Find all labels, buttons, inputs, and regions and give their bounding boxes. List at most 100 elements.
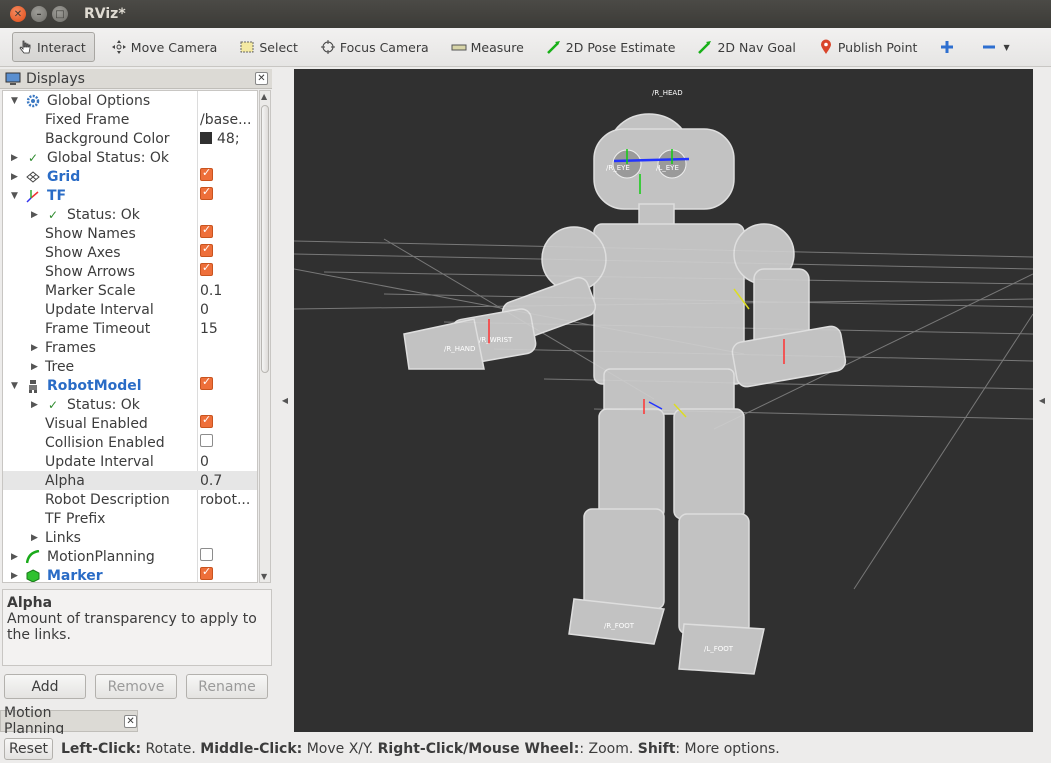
tree-row-show-arrows[interactable]: Show Arrows bbox=[3, 262, 257, 281]
displays-scrollbar[interactable]: ▲ ▼ bbox=[259, 90, 271, 583]
tree-row-marker[interactable]: ▶ Marker bbox=[3, 566, 257, 582]
expand-down-icon[interactable]: ▼ bbox=[11, 381, 18, 391]
tree-row-value bbox=[200, 567, 257, 582]
enable-checkbox[interactable] bbox=[200, 263, 213, 276]
status-right-click: Right-Click/Mouse Wheel: bbox=[377, 740, 580, 757]
3d-render-view[interactable]: /R_HEAD /R_EYE /L_EYE /R_HAND /R_WRIST /… bbox=[294, 69, 1033, 732]
expand-right-icon[interactable]: ▶ bbox=[11, 153, 18, 163]
measure-tool-button[interactable]: Measure bbox=[445, 32, 530, 62]
close-window-icon[interactable]: ✕ bbox=[10, 6, 26, 22]
tree-row-label: Alpha bbox=[45, 472, 85, 489]
close-tab-icon[interactable]: ✕ bbox=[124, 714, 137, 728]
2d-nav-goal-tool-button[interactable]: 2D Nav Goal bbox=[691, 32, 801, 62]
expand-right-icon[interactable]: ▶ bbox=[31, 343, 38, 353]
tree-row-links[interactable]: ▶ Links bbox=[3, 528, 257, 547]
tree-row-value[interactable]: robot... bbox=[200, 492, 257, 508]
maximize-window-icon[interactable]: □ bbox=[52, 6, 68, 22]
close-panel-icon[interactable]: ✕ bbox=[255, 72, 268, 85]
tree-row-grid[interactable]: ▶ Grid bbox=[3, 167, 257, 186]
move-camera-icon bbox=[111, 39, 127, 55]
scroll-up-icon[interactable]: ▲ bbox=[261, 92, 267, 101]
tree-row-value[interactable]: 0 bbox=[200, 453, 257, 470]
minimize-window-icon[interactable]: – bbox=[31, 6, 47, 22]
add-button[interactable]: Add bbox=[4, 674, 86, 699]
enable-checkbox[interactable] bbox=[200, 225, 213, 238]
expand-right-icon[interactable]: ▶ bbox=[11, 571, 18, 581]
expand-right-icon[interactable]: ▶ bbox=[31, 210, 38, 220]
expand-right-icon[interactable]: ▶ bbox=[31, 533, 38, 543]
tree-row-global-options[interactable]: ▼ Global Options bbox=[3, 91, 257, 110]
scroll-down-icon[interactable]: ▼ bbox=[261, 572, 267, 581]
tree-row-tf[interactable]: ▼ TF bbox=[3, 186, 257, 205]
move-camera-tool-button[interactable]: Move Camera bbox=[105, 32, 224, 62]
tree-row-value[interactable]: 0 bbox=[200, 302, 257, 318]
expand-right-icon[interactable]: ▶ bbox=[31, 362, 38, 372]
tree-row-visual-enabled[interactable]: Visual Enabled bbox=[3, 414, 257, 433]
tree-row-background-color[interactable]: Background Color 48; bbox=[3, 129, 257, 148]
tree-row-value[interactable]: 48; bbox=[200, 131, 257, 147]
tree-row-update-interval[interactable]: Update Interval 0 bbox=[3, 300, 257, 319]
status-left-click: Left-Click: bbox=[61, 740, 142, 757]
tree-row-show-axes[interactable]: Show Axes bbox=[3, 243, 257, 262]
tree-row-value[interactable]: 0.7 bbox=[200, 473, 257, 489]
scrollbar-thumb[interactable] bbox=[261, 105, 269, 373]
tree-row-value[interactable]: 15 bbox=[200, 321, 257, 337]
displays-tree[interactable]: ▼ Global Options Fixed Frame/base... Backgr… bbox=[2, 90, 258, 583]
tree-row-label: MotionPlanning bbox=[47, 548, 155, 565]
tree-row-motionplanning[interactable]: ▶ MotionPlanning bbox=[3, 547, 257, 566]
interact-tool-button[interactable]: Interact bbox=[12, 32, 95, 62]
tree-row-frame-timeout[interactable]: Frame Timeout 15 bbox=[3, 319, 257, 338]
publish-point-tool-button[interactable]: Publish Point bbox=[812, 32, 924, 62]
enable-checkbox[interactable] bbox=[200, 415, 213, 428]
enable-checkbox[interactable] bbox=[200, 567, 213, 580]
tree-row-tree[interactable]: ▶ Tree bbox=[3, 357, 257, 376]
tree-row-value-text: 0 bbox=[200, 453, 209, 470]
enable-checkbox[interactable] bbox=[200, 434, 213, 447]
tree-row-robot-description[interactable]: Robot Description robot... bbox=[3, 490, 257, 509]
rename-button[interactable]: Rename bbox=[186, 674, 268, 699]
map-pin-icon bbox=[818, 39, 834, 55]
remove-tool-dropdown[interactable]: ▼ bbox=[975, 32, 1015, 62]
reset-button[interactable]: Reset bbox=[4, 737, 53, 760]
green-arrow-icon bbox=[546, 39, 562, 55]
enable-checkbox[interactable] bbox=[200, 187, 213, 200]
tree-row-marker-scale[interactable]: Marker Scale 0.1 bbox=[3, 281, 257, 300]
tree-row-robotmodel[interactable]: ▼ RobotModel bbox=[3, 376, 257, 395]
expand-right-icon[interactable]: ▶ bbox=[11, 172, 18, 182]
color-swatch bbox=[200, 131, 212, 144]
tree-row-collision-enabled[interactable]: Collision Enabled bbox=[3, 433, 257, 452]
tree-row-value[interactable]: 0.1 bbox=[200, 283, 257, 299]
focus-camera-tool-button[interactable]: Focus Camera bbox=[314, 32, 435, 62]
select-tool-button[interactable]: Select bbox=[233, 32, 304, 62]
expand-down-icon[interactable]: ▼ bbox=[11, 191, 18, 201]
tree-row-show-names[interactable]: Show Names bbox=[3, 224, 257, 243]
tree-row-status-ok[interactable]: ▶ ✓ Status: Ok bbox=[3, 205, 257, 224]
window-title: RViz* bbox=[84, 6, 126, 22]
right-splitter-handle[interactable]: ◀ bbox=[1033, 69, 1051, 732]
tree-row-value bbox=[200, 263, 257, 280]
left-splitter-handle[interactable]: ◀ bbox=[276, 69, 294, 732]
enable-checkbox[interactable] bbox=[200, 548, 213, 561]
tree-row-value[interactable]: /base... bbox=[200, 112, 257, 128]
motion-planning-tab[interactable]: Motion Planning ✕ bbox=[0, 705, 138, 737]
expand-right-icon[interactable]: ▶ bbox=[31, 400, 38, 410]
tree-row-update-interval[interactable]: Update Interval 0 bbox=[3, 452, 257, 471]
tree-row-alpha[interactable]: Alpha 0.7 bbox=[3, 471, 257, 490]
2d-pose-estimate-tool-button[interactable]: 2D Pose Estimate bbox=[540, 32, 682, 62]
tree-row-fixed-frame[interactable]: Fixed Frame/base... bbox=[3, 110, 257, 129]
tree-row-frames[interactable]: ▶ Frames bbox=[3, 338, 257, 357]
add-tool-button[interactable] bbox=[933, 32, 965, 62]
tree-row-tf-prefix[interactable]: TF Prefix bbox=[3, 509, 257, 528]
robot-model bbox=[403, 113, 847, 675]
green-arrow-icon bbox=[697, 39, 713, 55]
enable-checkbox[interactable] bbox=[200, 244, 213, 257]
tree-row-global-status-ok[interactable]: ▶ ✓ Global Status: Ok bbox=[3, 148, 257, 167]
expand-down-icon[interactable]: ▼ bbox=[11, 96, 18, 106]
tree-row-status-ok[interactable]: ▶ ✓ Status: Ok bbox=[3, 395, 257, 414]
frame-label-r-wrist: /R_WRIST bbox=[479, 336, 513, 344]
enable-checkbox[interactable] bbox=[200, 168, 213, 181]
remove-button[interactable]: Remove bbox=[95, 674, 177, 699]
enable-checkbox[interactable] bbox=[200, 377, 213, 390]
frame-label-r-foot: /R_FOOT bbox=[604, 622, 635, 630]
expand-right-icon[interactable]: ▶ bbox=[11, 552, 18, 562]
